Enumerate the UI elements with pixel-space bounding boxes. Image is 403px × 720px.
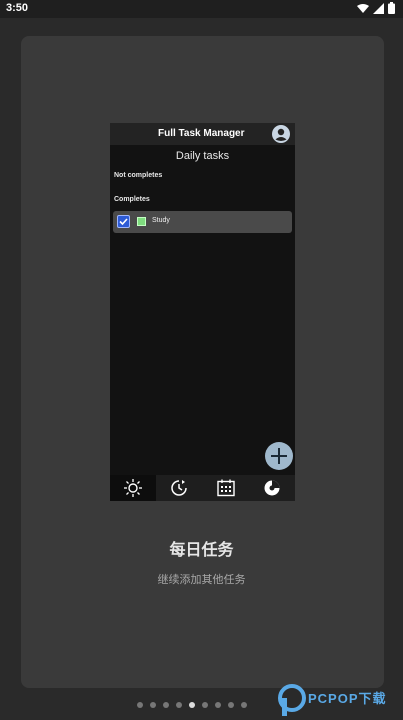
app-preview: Full Task Manager Daily tasks Not comple… bbox=[110, 123, 295, 501]
not-completes-heading: Not completes bbox=[114, 172, 163, 179]
page-dot[interactable] bbox=[137, 702, 143, 708]
app-title: Full Task Manager bbox=[158, 128, 245, 139]
task-row[interactable]: Study bbox=[113, 211, 292, 233]
check-icon bbox=[119, 218, 128, 226]
nav-history[interactable] bbox=[156, 475, 202, 501]
nav-daily[interactable] bbox=[110, 475, 157, 501]
wifi-icon bbox=[357, 3, 369, 13]
system-icons bbox=[357, 2, 395, 14]
bottom-nav bbox=[110, 475, 295, 501]
page-dot[interactable] bbox=[215, 702, 221, 708]
status-time: 3:50 bbox=[6, 2, 29, 14]
task-checkbox[interactable] bbox=[117, 215, 130, 228]
account-icon[interactable] bbox=[272, 125, 290, 143]
add-task-button[interactable] bbox=[265, 442, 293, 470]
watermark-logo: PCPOP下载 bbox=[278, 684, 398, 716]
page-indicator bbox=[137, 702, 247, 708]
task-name: Study bbox=[152, 217, 170, 224]
page-dot[interactable] bbox=[150, 702, 156, 708]
app-header: Full Task Manager bbox=[110, 123, 295, 145]
plus-icon bbox=[271, 448, 287, 464]
onboarding-headline: 每日任务 bbox=[169, 540, 234, 559]
status-bar: 3:50 bbox=[0, 0, 403, 18]
page-dot[interactable] bbox=[228, 702, 234, 708]
page-dot[interactable] bbox=[176, 702, 182, 708]
page-dot-active[interactable] bbox=[189, 702, 195, 708]
nav-calendar[interactable] bbox=[203, 475, 249, 501]
sun-icon bbox=[124, 479, 143, 497]
screen-title: Daily tasks bbox=[175, 150, 230, 162]
page-dot[interactable] bbox=[202, 702, 208, 708]
page-dot[interactable] bbox=[241, 702, 247, 708]
task-color-swatch bbox=[137, 217, 146, 226]
clock-icon bbox=[171, 480, 188, 496]
page-dot[interactable] bbox=[163, 702, 169, 708]
completes-heading: Completes bbox=[114, 196, 150, 203]
signal-icon bbox=[373, 2, 384, 14]
nav-statistics[interactable] bbox=[249, 475, 295, 501]
watermark-p-icon bbox=[278, 684, 306, 716]
pie-chart-icon bbox=[264, 480, 280, 496]
battery-icon bbox=[388, 2, 395, 14]
onboarding-subtext: 继续添加其他任务 bbox=[157, 573, 246, 586]
watermark-text: PCPOP下载 bbox=[308, 691, 387, 706]
calendar-icon bbox=[216, 479, 235, 497]
